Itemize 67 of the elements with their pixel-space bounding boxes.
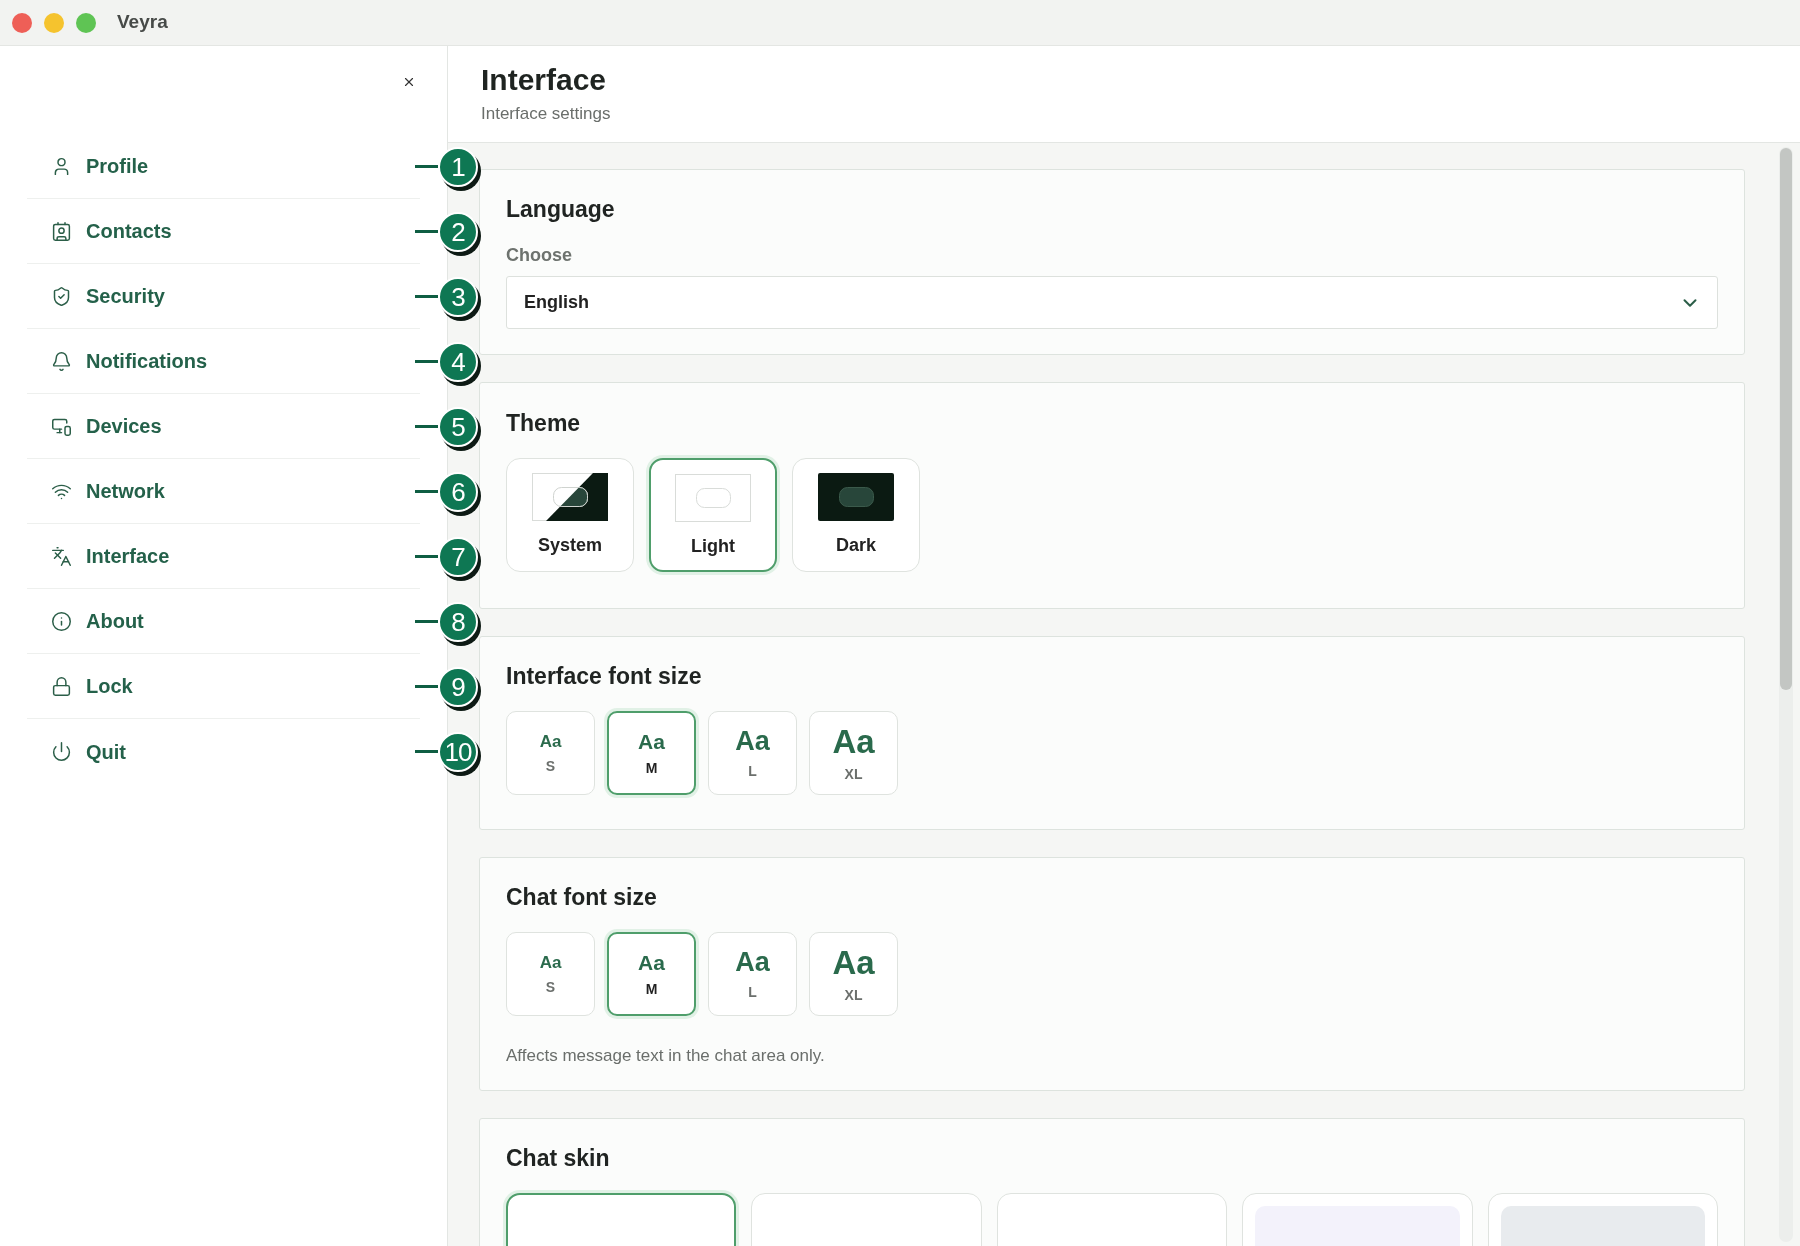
callout-badge: 8 [438,601,478,642]
close-icon [402,75,416,89]
shield-check-icon [51,285,72,307]
window-title: Veyra [117,10,168,35]
section-heading: Chat skin [506,1144,610,1172]
split-window-icon [532,473,608,521]
theme-option[interactable]: System [506,458,634,572]
hint-text: Affects message text in the chat area only. [506,1045,826,1067]
window-icon [818,473,894,521]
sidebar-item[interactable]: Notifications [27,329,420,394]
leader-line [415,555,438,558]
sidebar-item[interactable]: About [27,589,420,654]
section-heading: Interface font size [506,662,702,690]
callout-badge: 2 [438,211,478,252]
leader-line [415,230,438,233]
sidebar-item[interactable]: Network [27,459,420,524]
section-heading: Theme [506,409,581,437]
leader-line [415,750,438,753]
sidebar-item[interactable]: Lock [27,654,420,719]
callout-badge: 5 [438,406,478,447]
callout-badge: 7 [438,536,478,577]
font-size-option[interactable]: Aa XL [809,711,898,795]
leader-line [415,295,438,298]
leader-line [415,165,438,168]
leader-line [415,425,438,428]
close-window-icon[interactable] [12,12,32,33]
callout-badge: 10 [438,731,478,772]
page-title: Interface [481,62,608,98]
leader-line [415,620,438,623]
callout-badge: 9 [438,666,478,707]
language-select[interactable]: English [506,276,1718,329]
font-size-option[interactable]: Aa L [708,711,797,795]
sidebar-item[interactable]: Interface [27,524,420,589]
font-size-option[interactable]: Aa S [506,711,595,795]
sidebar-item[interactable]: Quit [27,719,420,784]
sidebar-item[interactable]: Devices [27,394,420,459]
font-size-option[interactable]: Aa M [607,711,696,795]
lock-icon [51,675,72,697]
minimize-window-icon[interactable] [44,12,64,33]
callout-badge: 4 [438,341,478,382]
font-size-option[interactable]: Aa M [607,932,696,1016]
font-size-option[interactable]: Aa S [506,932,595,1016]
sidebar-item[interactable]: Profile [27,134,420,199]
leader-line [415,360,438,363]
theme-option[interactable]: Dark [792,458,920,572]
bell-icon [51,350,72,372]
leader-line [415,685,438,688]
translate-icon [51,545,72,567]
maximize-window-icon[interactable] [76,12,96,33]
leader-line [415,490,438,493]
section-heading: Chat font size [506,883,657,911]
window-icon [675,474,751,522]
info-icon [51,610,72,632]
field-label: Choose [506,244,573,266]
font-size-option[interactable]: Aa L [708,932,797,1016]
scrollbar-thumb[interactable] [1780,148,1792,690]
font-size-option[interactable]: Aa XL [809,932,898,1016]
contact-card-icon [51,220,72,242]
section-heading: Language [506,195,615,223]
theme-option[interactable]: Light [649,458,777,572]
sidebar-item[interactable]: Contacts [27,199,420,264]
callout-badge: 1 [438,146,478,187]
callout-badge: 6 [438,471,478,512]
page-subtitle: Interface settings [481,103,612,125]
power-icon [51,741,72,762]
callout-badge: 3 [438,276,478,317]
sidebar-item[interactable]: Security [27,264,420,329]
